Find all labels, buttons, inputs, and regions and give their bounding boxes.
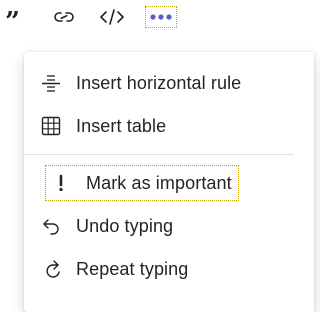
code-icon <box>99 7 125 27</box>
table-icon <box>40 115 62 137</box>
menu-item-label: Undo typing <box>76 215 174 236</box>
link-button[interactable] <box>50 4 78 30</box>
menu-item-insert-horizontal-rule[interactable]: Insert horizontal rule <box>40 66 241 100</box>
code-button[interactable] <box>98 4 126 30</box>
horizontal-rule-icon <box>40 72 62 94</box>
quote-icon: ” <box>4 8 26 26</box>
menu-divider <box>24 154 294 155</box>
menu-item-mark-as-important[interactable]: Mark as important <box>45 165 239 201</box>
undo-icon <box>40 215 62 237</box>
svg-text:”: ” <box>5 8 20 26</box>
menu-item-insert-table[interactable]: Insert table <box>40 109 166 143</box>
more-options-menu: Insert horizontal rule Insert table Mark… <box>24 52 314 312</box>
redo-icon <box>40 258 62 280</box>
menu-item-label: Insert horizontal rule <box>76 72 242 93</box>
quote-button[interactable]: ” <box>2 4 28 30</box>
menu-item-repeat-typing[interactable]: Repeat typing <box>40 252 188 286</box>
more-options-icon <box>149 13 173 21</box>
menu-item-label: Repeat typing <box>76 258 189 279</box>
more-options-button[interactable] <box>145 6 177 28</box>
formatting-toolbar: ” <box>0 0 294 36</box>
exclamation-icon <box>50 172 72 194</box>
link-icon <box>52 7 76 27</box>
menu-item-undo-typing[interactable]: Undo typing <box>40 209 173 243</box>
menu-item-label: Mark as important <box>86 172 232 193</box>
menu-item-label: Insert table <box>76 115 167 136</box>
